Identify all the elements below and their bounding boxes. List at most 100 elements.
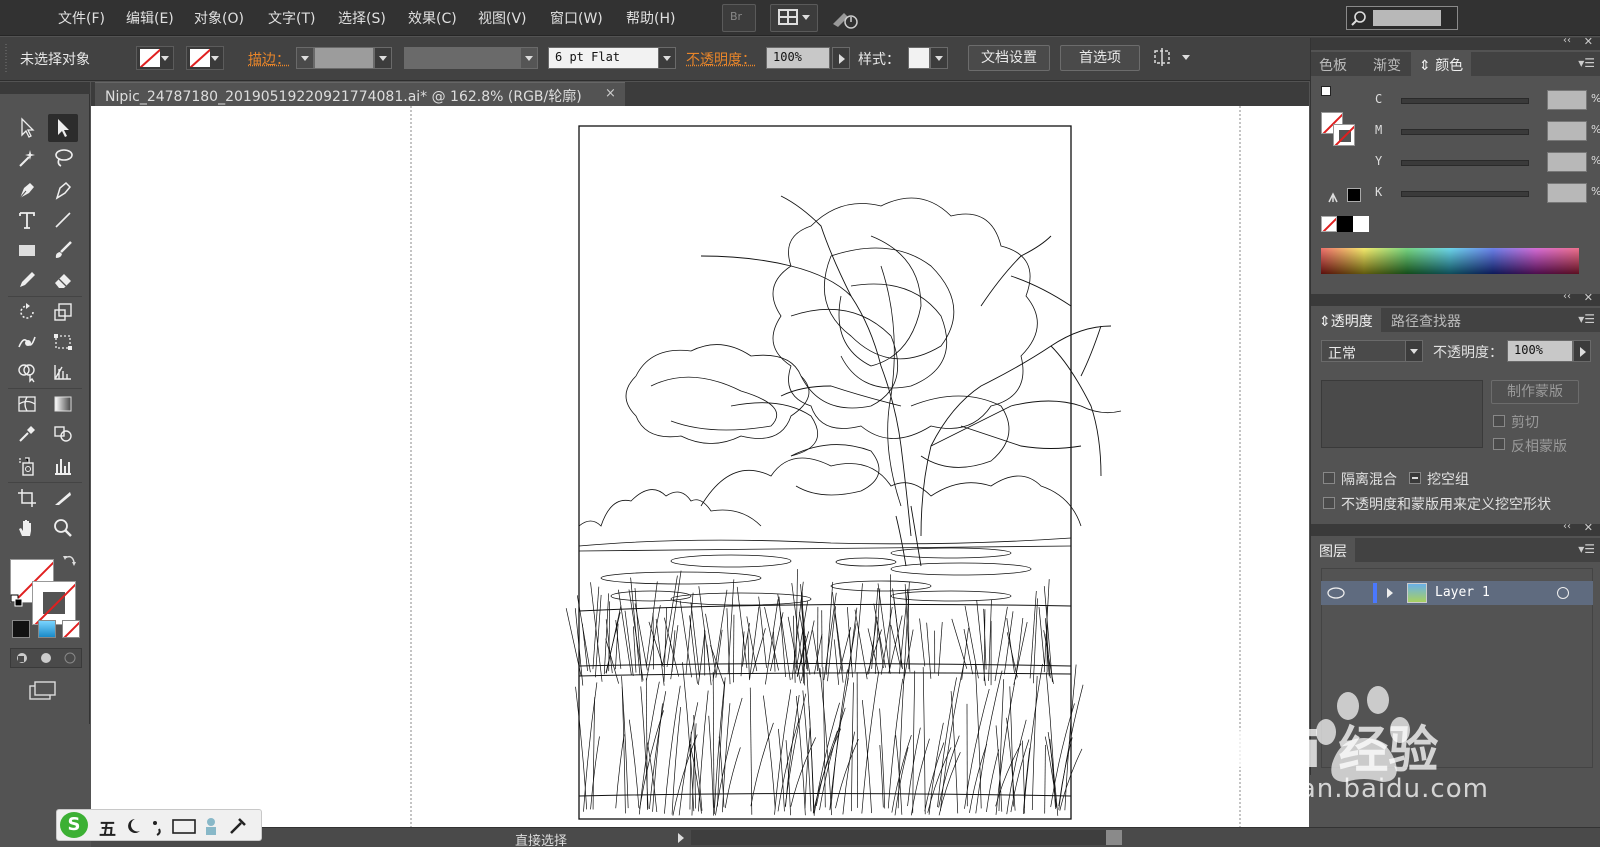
lasso-tool[interactable] [48, 144, 78, 172]
zoom-tool[interactable] [48, 514, 78, 542]
preferences-button[interactable]: 首选项 [1060, 45, 1140, 71]
paintbrush-tool[interactable] [48, 236, 78, 264]
color-fill-stroke-mini[interactable] [1319, 84, 1359, 146]
screen-mode-icon[interactable] [28, 680, 58, 702]
fill-color-picker[interactable] [136, 46, 174, 70]
magic-wand-tool[interactable] [12, 144, 42, 172]
pen-tool[interactable] [12, 176, 42, 204]
visibility-eye-icon[interactable] [1325, 585, 1347, 601]
color-panel-header[interactable]: ‹‹ ✕ [1311, 35, 1600, 50]
stroke-weight-stepper[interactable] [296, 47, 314, 69]
column-graph-tool[interactable] [48, 452, 78, 480]
close-icon[interactable]: ✕ [1584, 521, 1593, 534]
variable-width-profile[interactable] [404, 47, 520, 69]
cyan-track[interactable] [1401, 98, 1529, 104]
brush-definition-dropdown[interactable] [658, 47, 676, 69]
menu-type[interactable]: 文字(T) [268, 8, 315, 28]
menu-help[interactable]: 帮助(H) [626, 8, 675, 28]
panel-menu-icon[interactable]: ▾☰ [1578, 56, 1595, 70]
bridge-button[interactable]: Br [722, 4, 756, 32]
opacity-input[interactable]: 100% [766, 47, 830, 69]
symbol-sprayer-tool[interactable] [12, 452, 42, 480]
menu-view[interactable]: 视图(V) [478, 8, 527, 28]
menu-object[interactable]: 对象(O) [194, 8, 244, 28]
opacity-mask-knockout-checkbox[interactable] [1323, 497, 1335, 509]
none-mode-button[interactable] [62, 620, 80, 638]
mesh-tool[interactable] [12, 390, 42, 418]
ime-tools-icons[interactable] [123, 815, 263, 837]
magenta-slider[interactable]: M% [1375, 121, 1600, 143]
collapse-icon[interactable]: ‹‹ [1563, 291, 1571, 302]
color-mode-button[interactable] [12, 620, 30, 638]
cyan-slider[interactable]: C% [1375, 90, 1600, 112]
transparency-opacity-input[interactable]: 100% [1507, 340, 1573, 362]
panel-menu-icon[interactable]: ▾☰ [1578, 542, 1595, 556]
ime-logo[interactable]: S [60, 812, 88, 838]
out-of-gamut-icon[interactable] [1327, 190, 1341, 204]
scale-tool[interactable] [48, 298, 78, 326]
stroke-weight-dropdown[interactable] [374, 47, 392, 69]
tab-gradient[interactable]: 渐变 [1365, 52, 1409, 76]
graphic-style-dropdown[interactable] [930, 47, 948, 69]
shape-builder-tool[interactable] [12, 358, 42, 386]
yellow-slider[interactable]: Y% [1375, 152, 1600, 174]
knockout-group-checkbox[interactable] [1409, 472, 1421, 484]
stroke-weight-input[interactable] [314, 47, 374, 69]
none-swatch[interactable] [1321, 216, 1337, 232]
gradient-mode-button[interactable] [38, 620, 56, 638]
black-quick-swatch[interactable] [1337, 216, 1353, 232]
free-transform-tool[interactable] [48, 328, 78, 356]
color-spectrum-bar[interactable] [1321, 248, 1579, 274]
magenta-input[interactable] [1547, 121, 1587, 141]
cyan-input[interactable] [1547, 90, 1587, 110]
curvature-tool[interactable] [48, 176, 78, 204]
mask-thumbnail-area[interactable] [1321, 380, 1483, 448]
variable-width-dropdown[interactable] [520, 47, 538, 69]
magenta-track[interactable] [1401, 129, 1529, 135]
search-input[interactable] [1346, 6, 1458, 30]
slice-tool[interactable] [48, 484, 78, 512]
tab-color[interactable]: ⇕ 颜色 [1411, 52, 1472, 76]
make-mask-button[interactable]: 制作蒙版 [1491, 380, 1579, 404]
black-input[interactable] [1547, 183, 1587, 203]
menu-select[interactable]: 选择(S) [338, 8, 386, 28]
tools-panel-header[interactable] [0, 82, 90, 94]
collapse-icon[interactable]: ‹‹ [1563, 521, 1571, 532]
tab-pathfinder[interactable]: 路径查找器 [1383, 308, 1469, 332]
ime-input-mode[interactable]: 五 [99, 815, 116, 840]
warp-tool[interactable] [12, 328, 42, 356]
menu-file[interactable]: 文件(F) [58, 8, 105, 28]
yellow-input[interactable] [1547, 152, 1587, 172]
stroke-color-picker[interactable] [186, 46, 224, 70]
isolate-blending-checkbox[interactable] [1323, 472, 1335, 484]
panel-menu-icon[interactable]: ▾☰ [1578, 312, 1595, 326]
status-menu-icon[interactable] [676, 831, 686, 845]
stroke-none-swatch[interactable] [32, 581, 76, 625]
black-swatch[interactable] [1347, 188, 1361, 202]
opacity-slider-button[interactable] [832, 47, 850, 69]
stroke-label[interactable]: 描边： [248, 49, 290, 69]
drawing-modes-icon[interactable] [11, 649, 81, 667]
tab-transparency[interactable]: ⇕透明度 [1311, 308, 1381, 332]
expand-triangle-icon[interactable] [1387, 588, 1393, 598]
eyedropper-tool[interactable] [12, 420, 42, 448]
black-slider[interactable]: K% [1375, 183, 1600, 205]
gpu-performance-icon[interactable] [830, 8, 860, 30]
white-quick-swatch[interactable] [1353, 216, 1369, 232]
yellow-track[interactable] [1401, 160, 1529, 166]
transparency-panel-header[interactable]: ‹‹ ✕ [1311, 291, 1600, 306]
document-tab[interactable]: Nipic_24787180_20190519220921774081.ai* … [95, 82, 625, 106]
document-setup-button[interactable]: 文档设置 [968, 45, 1050, 71]
layer-row[interactable]: Layer 1 [1321, 581, 1593, 605]
default-fill-stroke-icon[interactable] [10, 594, 24, 608]
align-options-icon[interactable] [1152, 46, 1196, 70]
rotate-tool[interactable] [12, 298, 42, 326]
direct-selection-tool[interactable] [48, 114, 78, 142]
stroke-none-swatch[interactable] [1333, 124, 1355, 146]
close-icon[interactable]: ✕ [1584, 35, 1593, 48]
selection-tool[interactable] [12, 114, 42, 142]
current-tool-status[interactable]: 直接选择 [515, 830, 567, 847]
transparency-opacity-slider[interactable] [1573, 340, 1591, 362]
menu-effect[interactable]: 效果(C) [408, 8, 457, 28]
hand-tool[interactable] [12, 514, 42, 542]
